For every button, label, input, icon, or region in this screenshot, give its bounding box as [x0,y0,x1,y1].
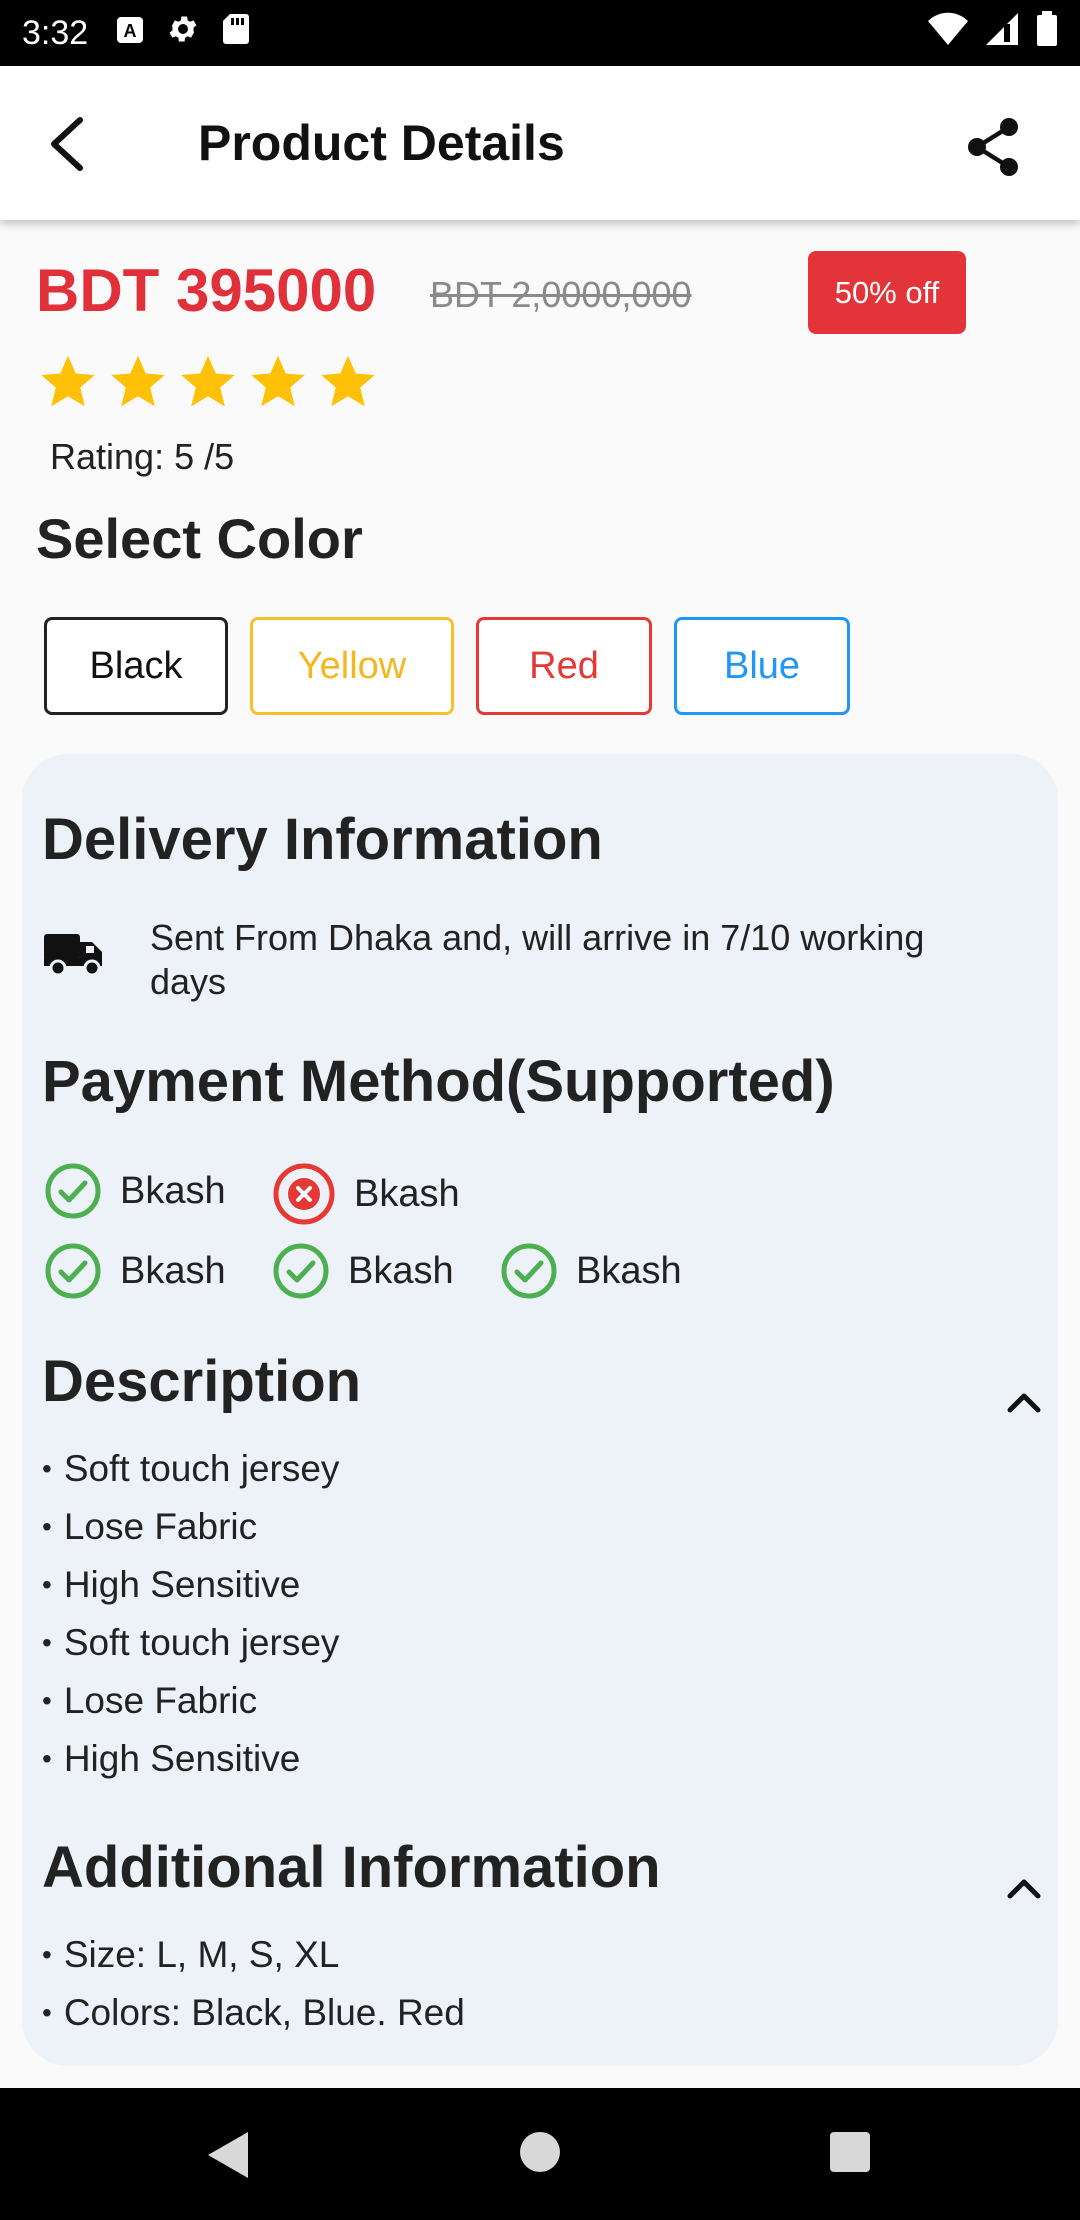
check-circle-icon [501,1243,557,1299]
list-item: Size: L, M, S, XL [42,1926,465,1984]
check-circle-icon [45,1163,101,1219]
list-item: High Sensitive [42,1556,339,1614]
color-option-red[interactable]: Red [476,617,652,715]
star-icon [41,355,95,407]
discount-badge: 50% off [808,251,966,334]
list-item: Colors: Black, Blue. Red [42,1984,465,2042]
status-time: 3:32 [22,13,89,52]
list-item: Soft touch jersey [42,1614,340,1672]
nav-home-icon[interactable] [518,2130,562,2174]
delivery-heading: Delivery Information [42,807,603,872]
nav-recents-icon[interactable] [828,2130,872,2174]
original-price: BDT 2,0000,000 [430,274,692,315]
check-circle-icon [45,1243,101,1299]
color-option-black[interactable]: Black [44,617,228,715]
list-item: Lose Fabric [42,1672,339,1730]
delivery-text: Sent From Dhaka and, will arrive in 7/10… [150,917,925,1002]
list-item: Soft touch jersey [42,1440,340,1498]
payment-method-label: Bkash [120,1249,226,1292]
system-navigation-bar [0,2088,1080,2220]
description-heading: Description [42,1349,362,1414]
payment-method-label: Bkash [576,1249,682,1292]
payment-method-label: Bkash [348,1249,454,1292]
payment-method-label: Bkash [120,1169,226,1212]
settings-gear-icon [166,12,200,55]
product-price: BDT 395000 [36,257,377,324]
payment-method-item: Bkash [44,1242,226,1300]
product-details-content: BDT 395000 BDT 2,0000,000 50% off Rating… [0,220,1080,2088]
payment-method-item: Bkash [272,1162,460,1226]
additional-info-list: Size: L, M, S, XL Colors: Black, Blue. R… [42,1926,465,2042]
page-title: Product Details [198,115,565,171]
select-color-heading: Select Color [36,507,363,570]
payment-method-label: Bkash [354,1172,460,1215]
star-icon [251,355,305,407]
wifi-icon [928,12,968,55]
sd-card-icon [222,13,250,54]
keyboard-a-icon: A [116,14,144,53]
color-option-blue[interactable]: Blue [674,617,850,715]
cell-signal-icon [984,12,1020,55]
info-card: Delivery Information Sent From Dhaka and… [22,754,1058,2066]
svg-text:A: A [124,21,137,41]
back-button[interactable] [36,112,100,176]
share-icon [968,118,1018,176]
description-collapse-chevron-icon[interactable] [1002,1380,1046,1424]
nav-back-icon[interactable] [206,2130,250,2180]
star-icon [181,355,235,407]
share-button[interactable] [958,112,1028,182]
app-bar: Product Details [0,66,1080,220]
status-bar: 3:32 A [0,0,1080,66]
description-list: Soft touch jersey Lose Fabric High Sensi… [42,1440,340,1788]
payment-method-item: Bkash [500,1242,682,1300]
rating-stars [38,352,378,412]
check-circle-icon [273,1243,329,1299]
payment-method-item: Bkash [44,1162,226,1220]
payment-method-item: Bkash [272,1242,454,1300]
additional-info-collapse-chevron-icon[interactable] [1002,1866,1046,1910]
payment-heading: Payment Method(Supported) [42,1049,835,1114]
additional-info-heading: Additional Information [42,1835,661,1900]
back-arrow-icon [51,117,83,171]
star-icon [321,355,375,407]
list-item: High Sensitive [42,1730,339,1788]
color-option-yellow[interactable]: Yellow [250,617,454,715]
battery-icon [1036,10,1058,56]
truck-icon [42,928,106,981]
rating-text: Rating: 5 /5 [50,436,235,477]
star-icon [111,355,165,407]
cancel-circle-icon [273,1163,335,1225]
list-item: Lose Fabric [42,1498,339,1556]
